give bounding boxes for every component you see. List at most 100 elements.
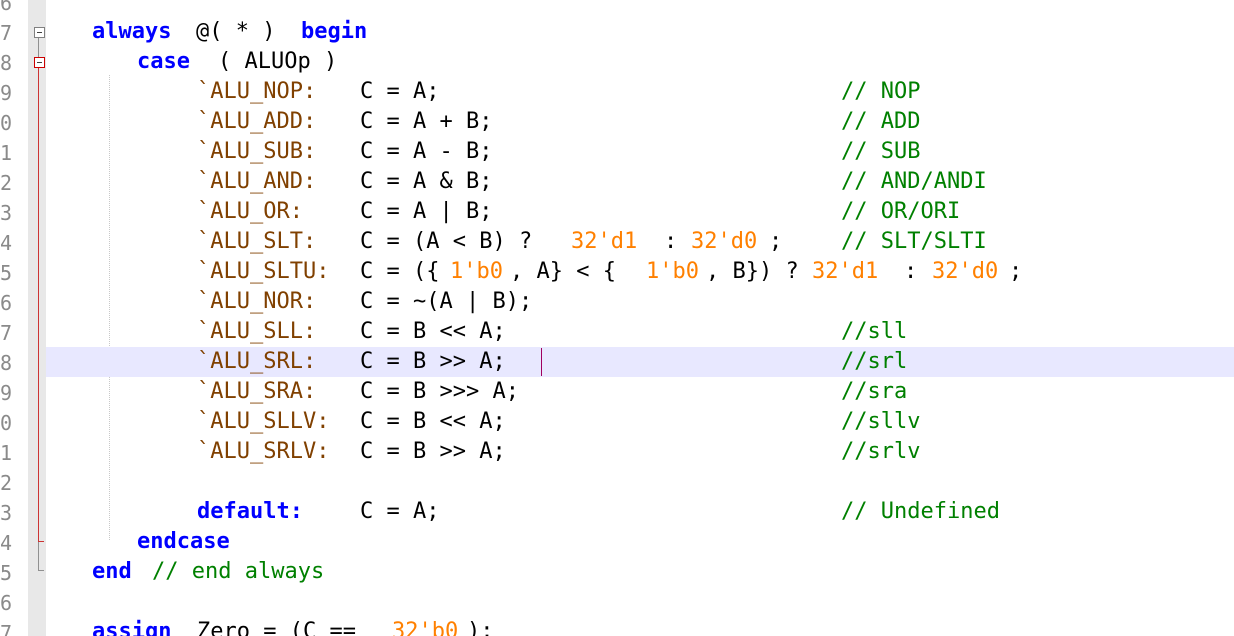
operator: ; [1009, 259, 1023, 284]
code-line: endcase [46, 527, 1234, 557]
comment: // AND/ANDI [841, 169, 987, 194]
code-line: `ALU_SLT: C = (A < B) ? 32'd1 : 32'd0 ; … [46, 227, 1234, 257]
case-label: `ALU_SLLV: [197, 409, 330, 434]
case-label: `ALU_SLL: [197, 319, 317, 344]
statement: C = B << A; [360, 319, 506, 344]
code-editor[interactable]: always @( * ) begin case ( ALUOp ) `ALU_… [46, 0, 1234, 636]
statement: C = ~(A | B); [360, 289, 533, 314]
sensitivity-list: @( * ) [196, 19, 276, 44]
case-label: `ALU_SRL: [197, 349, 317, 374]
statement: C = B >> A; [360, 439, 506, 464]
keyword-endcase: endcase [137, 529, 230, 554]
code-line: `ALU_SUB: C = A - B; // SUB [46, 137, 1234, 167]
current-line-highlight: `ALU_SRL: C = B >> A; //srl [46, 347, 1234, 377]
comment: // SLT/SLTI [841, 229, 987, 254]
comment: //srl [841, 349, 908, 374]
comment: //srlv [841, 439, 921, 464]
case-label: `ALU_SUB: [197, 139, 317, 164]
line-number: 5 [0, 261, 12, 285]
fold-minus-icon[interactable] [34, 27, 45, 38]
comment: //sll [841, 319, 908, 344]
number-literal: 1'b0 [450, 259, 503, 284]
fold-minus-icon[interactable] [34, 57, 45, 68]
code-line: `ALU_SRLV: C = B >> A; //srlv [46, 437, 1234, 467]
number-literal: 1'b0 [646, 259, 699, 284]
statement: , A} < { [510, 259, 616, 284]
operator: ; [769, 229, 783, 254]
fold-guide-line [38, 542, 39, 570]
number-literal: 32'd1 [571, 229, 638, 254]
code-line: `ALU_SLLV: C = B << A; //sllv [46, 407, 1234, 437]
code-line: always @( * ) begin [46, 17, 1234, 47]
operator: : [904, 259, 918, 284]
number-literal: 32'd1 [812, 259, 879, 284]
statement: , B}) ? [706, 259, 799, 284]
line-number: 1 [0, 141, 12, 165]
case-label: `ALU_SLT: [197, 229, 317, 254]
line-number: 9 [0, 81, 12, 105]
line-number: 7 [0, 321, 12, 345]
line-number: 0 [0, 411, 12, 435]
statement: C = (A < B) ? [360, 229, 533, 254]
code-line: `ALU_NOR: C = ~(A | B); [46, 287, 1234, 317]
line-number: 2 [0, 171, 12, 195]
case-label: `ALU_SLTU: [197, 259, 330, 284]
statement: C = ({ [360, 259, 440, 284]
comment: // end always [152, 559, 325, 584]
line-number: 6 [0, 591, 12, 615]
comment: // ADD [841, 109, 921, 134]
code-line: `ALU_AND: C = A & B; // AND/ANDI [46, 167, 1234, 197]
line-number: 6 [0, 0, 12, 15]
statement: C = B << A; [360, 409, 506, 434]
line-number: 4 [0, 231, 12, 255]
line-number: 6 [0, 291, 12, 315]
statement: C = B >>> A; [360, 379, 519, 404]
statement: C = B >> A; [360, 349, 506, 374]
line-number-gutter: 6 7 8 9 0 1 2 3 4 5 6 7 8 9 0 1 2 3 4 5 … [0, 0, 14, 636]
keyword-always: always [92, 19, 172, 44]
statement: Zero = (C == [197, 619, 356, 636]
code-line: default: C = A; // Undefined [46, 497, 1234, 527]
case-label: `ALU_SRA: [197, 379, 317, 404]
line-number: 3 [0, 501, 12, 525]
line-number: 3 [0, 201, 12, 225]
code-line: `ALU_SLTU: C = ({ 1'b0 , A} < { 1'b0 , B… [46, 257, 1234, 287]
code-line: `ALU_SLL: C = B << A; //sll [46, 317, 1234, 347]
comment: // NOP [841, 79, 921, 104]
statement: C = A | B; [360, 199, 493, 224]
code-line: assign Zero = (C == 32'b0 ); [46, 617, 1234, 636]
case-label: `ALU_AND: [197, 169, 317, 194]
case-label: `ALU_NOR: [197, 289, 317, 314]
comment: // Undefined [841, 499, 1000, 524]
line-number: 2 [0, 471, 12, 495]
code-line: end // end always [46, 557, 1234, 587]
operator: : [664, 229, 678, 254]
comment: // OR/ORI [841, 199, 961, 224]
statement: C = A - B; [360, 139, 493, 164]
statement: C = A; [360, 79, 440, 104]
keyword-case: case [137, 49, 190, 74]
code-line: `ALU_ADD: C = A + B; // ADD [46, 107, 1234, 137]
fold-guide-line [38, 68, 39, 541]
keyword-end: end [92, 559, 132, 584]
comment: //sllv [841, 409, 921, 434]
code-line: `ALU_NOP: C = A; // NOP [46, 77, 1234, 107]
keyword-assign: assign [92, 619, 172, 636]
keyword-begin: begin [301, 19, 368, 44]
comment: //sra [841, 379, 908, 404]
case-label: `ALU_OR: [197, 199, 303, 224]
code-line: `ALU_OR: C = A | B; // OR/ORI [46, 197, 1234, 227]
code-line: `ALU_SRA: C = B >>> A; //sra [46, 377, 1234, 407]
statement: C = A & B; [360, 169, 493, 194]
keyword-default: default: [197, 499, 303, 524]
statement: C = A + B; [360, 109, 493, 134]
line-number: 4 [0, 531, 12, 555]
number-literal: 32'd0 [932, 259, 999, 284]
statement: ); [467, 619, 494, 636]
case-expression: ( ALUOp ) [218, 49, 338, 74]
comment: // SUB [841, 139, 921, 164]
line-number: 7 [0, 621, 12, 636]
line-number: 8 [0, 51, 12, 75]
line-number: 8 [0, 351, 12, 375]
statement: C = A; [360, 499, 440, 524]
